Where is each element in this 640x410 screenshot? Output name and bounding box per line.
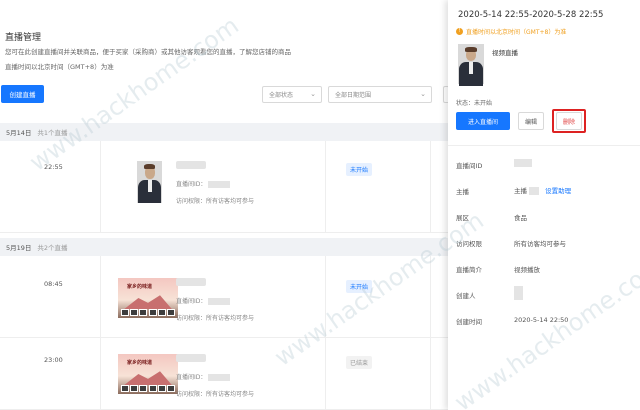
date-range-select[interactable]: 全部日期范围 ⌄ [328, 86, 432, 103]
row-time: 23:00 [44, 356, 63, 364]
info-label: 访问权限 [456, 240, 482, 248]
timezone-warning-text: 直播时间以北京时间（GMT+8）为准 [466, 29, 567, 36]
live-cover-image: 家乡的味道 [118, 354, 178, 394]
info-label: 创建时间 [456, 318, 482, 326]
status-badge: 未开始 [346, 163, 373, 176]
row-live-id: 直播间ID： [176, 179, 231, 188]
live-time-range: 2020-5-14 22:55-2020-5-28 22:55 [458, 10, 604, 20]
row-live-id: 直播间ID： [176, 296, 231, 305]
info-value-zone: 食品 [514, 214, 527, 222]
info-label: 创建人 [456, 292, 476, 300]
info-value-created-time: 2020-5-14 22:50 [514, 316, 569, 324]
info-label: 主播 [456, 188, 469, 196]
row-access: 访问权限：所有访客均可参与 [176, 315, 255, 322]
info-label: 直播间ID [456, 162, 483, 170]
set-assistant-link[interactable]: 设置助理 [545, 187, 571, 195]
chevron-down-icon: ⌄ [310, 90, 316, 98]
live-name-blurred [176, 161, 206, 169]
date-group-header: 5月19日 共2个直播 [0, 238, 448, 256]
info-value-live-id [514, 159, 532, 167]
row-live-id: 直播间ID： [176, 372, 231, 381]
live-detail-panel: 2020-5-14 22:55-2020-5-28 22:55 ! 直播时间以北… [448, 0, 640, 410]
host-avatar [458, 44, 484, 86]
create-live-button[interactable]: 创建直播 [1, 85, 44, 103]
row-time: 22:55 [44, 163, 63, 171]
status-filter-select[interactable]: 全部状态 ⌄ [262, 86, 322, 103]
table-row[interactable]: 22:55 直播间ID： 访问权限：所有访客均可参与 未开始 [0, 141, 448, 233]
row-time: 08:45 [44, 280, 63, 288]
date-range-value: 全部日期范围 [335, 92, 372, 99]
info-value-intro: 视频播放 [514, 266, 540, 274]
live-name-blurred [176, 354, 206, 362]
info-value-host: 主播 设置助理 [514, 187, 572, 195]
table-row[interactable]: 08:45 家乡的味道 直播间ID： 访问权限：所有访客均可参与 未开始 [0, 256, 448, 338]
group-count: 共2个直播 [37, 244, 68, 252]
warning-icon: ! [456, 28, 463, 35]
date-group-header: 5月14日 共1个直播 [0, 123, 448, 141]
live-type: 视频直播 [492, 49, 518, 57]
row-access: 访问权限：所有访客均可参与 [176, 391, 255, 398]
info-label: 直播简介 [456, 266, 482, 274]
live-status: 状态：未开始 [456, 100, 493, 107]
chevron-down-icon: ⌄ [420, 90, 426, 98]
status-filter-value: 全部状态 [269, 92, 294, 99]
status-badge: 未开始 [346, 280, 373, 293]
live-management-page: 直播管理 您可在此创建直播间并关联商品，便于买家（采购商）或其他访客观看您的直播… [0, 0, 640, 410]
divider [448, 145, 640, 146]
group-count: 共1个直播 [37, 129, 68, 137]
row-access: 访问权限：所有访客均可参与 [176, 198, 255, 205]
info-value-creator [514, 286, 523, 300]
live-cover-image: 家乡的味道 [118, 278, 178, 318]
group-date: 5月14日 [6, 129, 32, 137]
table-row[interactable]: 23:00 家乡的味道 直播间ID： 访问权限：所有访客均可参与 已结束 [0, 338, 448, 410]
live-name-blurred [176, 278, 206, 286]
timezone-note: 直播时间以北京时间（GMT+8）为准 [5, 63, 114, 71]
enter-live-room-button[interactable]: 进入直播间 [456, 112, 510, 130]
info-label: 展区 [456, 214, 469, 222]
host-avatar [137, 161, 162, 203]
page-title: 直播管理 [5, 33, 42, 43]
timezone-warning: ! 直播时间以北京时间（GMT+8）为准 [456, 27, 566, 36]
edit-button[interactable]: 编辑 [518, 112, 544, 130]
main-content: 直播管理 您可在此创建直播间并关联商品，便于买家（采购商）或其他访客观看您的直播… [0, 0, 449, 410]
page-description: 您可在此创建直播间并关联商品，便于买家（采购商）或其他访客观看您的直播，了解您店… [5, 48, 291, 56]
info-value-access: 所有访客均可参与 [514, 240, 566, 248]
status-badge: 已结束 [346, 356, 373, 369]
delete-highlight-box [552, 109, 586, 133]
group-date: 5月19日 [6, 244, 32, 252]
